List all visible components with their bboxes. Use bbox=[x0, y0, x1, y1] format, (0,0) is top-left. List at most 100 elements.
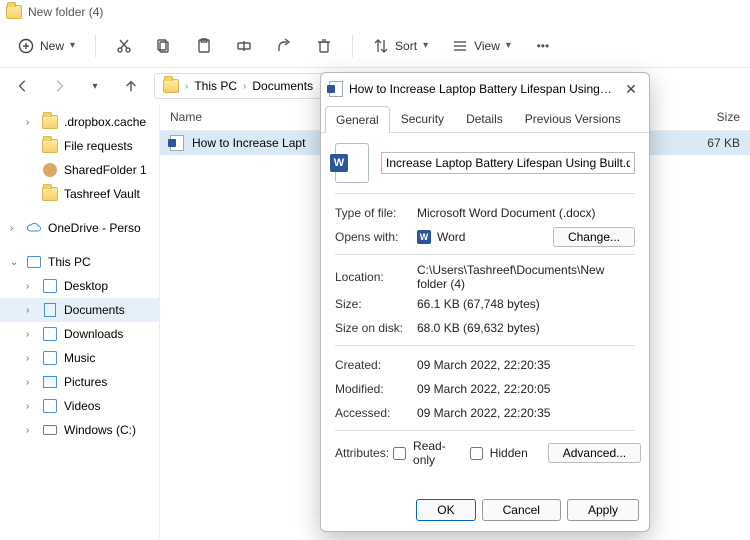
drive-icon bbox=[43, 425, 57, 435]
up-button[interactable] bbox=[118, 73, 144, 99]
trash-icon bbox=[316, 38, 332, 54]
cloud-icon bbox=[26, 220, 42, 236]
paste-icon bbox=[196, 38, 212, 54]
view-label: View bbox=[474, 39, 500, 53]
hidden-checkbox[interactable]: Hidden bbox=[466, 444, 528, 463]
type-label: Type of file: bbox=[335, 206, 417, 220]
modified-value: 09 March 2022, 22:20:05 bbox=[417, 382, 635, 396]
chevron-right-icon: › bbox=[26, 305, 36, 316]
sidebar-item-downloads[interactable]: ›Downloads bbox=[0, 322, 159, 346]
divider bbox=[335, 254, 635, 255]
breadcrumb-segment[interactable]: This PC bbox=[194, 79, 237, 93]
tab-previous-versions[interactable]: Previous Versions bbox=[514, 105, 632, 132]
readonly-input[interactable] bbox=[393, 447, 406, 460]
chevron-down-icon: ▾ bbox=[423, 40, 428, 51]
tree-label: This PC bbox=[48, 255, 91, 269]
sidebar-item-documents[interactable]: › Documents bbox=[0, 298, 159, 322]
divider bbox=[335, 345, 635, 346]
properties-dialog: How to Increase Laptop Battery Lifespan … bbox=[320, 72, 650, 532]
rename-button[interactable] bbox=[226, 32, 262, 60]
accessed-label: Accessed: bbox=[335, 406, 417, 420]
chevron-right-icon: › bbox=[26, 353, 36, 364]
tree-label: Videos bbox=[64, 399, 100, 413]
delete-button[interactable] bbox=[306, 32, 342, 60]
more-button[interactable]: ••• bbox=[525, 32, 561, 60]
sidebar-item-file-requests[interactable]: File requests bbox=[0, 134, 159, 158]
location-label: Location: bbox=[335, 270, 417, 284]
view-button[interactable]: View ▾ bbox=[442, 32, 521, 60]
new-button[interactable]: New ▾ bbox=[8, 32, 85, 60]
tree-label: Pictures bbox=[64, 375, 107, 389]
word-icon: W bbox=[417, 230, 431, 244]
filename-input[interactable] bbox=[381, 152, 635, 174]
window-title: New folder (4) bbox=[28, 5, 103, 19]
hidden-input[interactable] bbox=[470, 447, 483, 460]
type-value: Microsoft Word Document (.docx) bbox=[417, 206, 635, 220]
tree-label: File requests bbox=[64, 139, 133, 153]
sort-label: Sort bbox=[395, 39, 417, 53]
opens-with-label: Opens with: bbox=[335, 230, 417, 244]
readonly-checkbox[interactable]: Read-only bbox=[389, 439, 446, 467]
apply-button[interactable]: Apply bbox=[567, 499, 639, 521]
paste-button[interactable] bbox=[186, 32, 222, 60]
back-button[interactable] bbox=[10, 73, 36, 99]
tree-label: SharedFolder 1 bbox=[64, 163, 147, 177]
tab-security[interactable]: Security bbox=[390, 105, 455, 132]
sidebar-item-desktop[interactable]: ›Desktop bbox=[0, 274, 159, 298]
folder-icon bbox=[6, 5, 22, 19]
recent-dropdown[interactable]: ▾ bbox=[82, 73, 108, 99]
chevron-right-icon: › bbox=[243, 81, 246, 92]
chevron-right-icon: › bbox=[26, 281, 36, 292]
plus-icon bbox=[18, 38, 34, 54]
sidebar: ›.dropbox.cache File requests SharedFold… bbox=[0, 104, 160, 540]
divider bbox=[335, 193, 635, 194]
ellipsis-icon: ••• bbox=[535, 38, 551, 54]
tab-details[interactable]: Details bbox=[455, 105, 514, 132]
copy-icon bbox=[156, 38, 172, 54]
sidebar-item-dropbox-cache[interactable]: ›.dropbox.cache bbox=[0, 110, 159, 134]
cut-button[interactable] bbox=[106, 32, 142, 60]
tree-label: Documents bbox=[64, 303, 125, 317]
cancel-button[interactable]: Cancel bbox=[482, 499, 561, 521]
pictures-icon bbox=[43, 376, 57, 388]
sort-icon bbox=[373, 38, 389, 54]
breadcrumb[interactable]: › This PC › Documents › bbox=[154, 73, 331, 99]
size-label: Size: bbox=[335, 297, 417, 311]
column-size[interactable]: Size bbox=[660, 104, 750, 130]
desktop-icon bbox=[43, 279, 57, 293]
tree-label: OneDrive - Perso bbox=[48, 221, 141, 235]
change-button[interactable]: Change... bbox=[553, 227, 635, 247]
sidebar-item-this-pc[interactable]: ⌄This PC bbox=[0, 250, 159, 274]
sidebar-item-drive-c[interactable]: ›Windows (C:) bbox=[0, 418, 159, 442]
advanced-button[interactable]: Advanced... bbox=[548, 443, 641, 463]
sidebar-item-vault[interactable]: Tashreef Vault bbox=[0, 182, 159, 206]
document-icon bbox=[44, 303, 56, 317]
window-title-bar: New folder (4) bbox=[0, 0, 750, 24]
dialog-title: How to Increase Laptop Battery Lifespan … bbox=[349, 82, 615, 96]
close-button[interactable]: ✕ bbox=[621, 79, 641, 99]
sidebar-item-onedrive[interactable]: ›OneDrive - Perso bbox=[0, 216, 159, 240]
size-on-disk-value: 68.0 KB (69,632 bytes) bbox=[417, 321, 635, 335]
column-name[interactable]: Name bbox=[160, 104, 340, 130]
breadcrumb-segment[interactable]: Documents bbox=[252, 79, 313, 93]
videos-icon bbox=[43, 399, 57, 413]
sidebar-item-videos[interactable]: ›Videos bbox=[0, 394, 159, 418]
hidden-label: Hidden bbox=[490, 446, 528, 460]
word-file-icon bbox=[329, 81, 343, 97]
location-value: C:\Users\Tashreef\Documents\New folder (… bbox=[417, 263, 635, 291]
tree-label: Tashreef Vault bbox=[64, 187, 140, 201]
folder-icon bbox=[42, 139, 58, 153]
sidebar-item-music[interactable]: ›Music bbox=[0, 346, 159, 370]
copy-button[interactable] bbox=[146, 32, 182, 60]
attributes-label: Attributes: bbox=[335, 446, 389, 460]
ok-button[interactable]: OK bbox=[416, 499, 475, 521]
new-label: New bbox=[40, 39, 64, 53]
share-button[interactable] bbox=[266, 32, 302, 60]
cut-icon bbox=[116, 38, 132, 54]
forward-button[interactable] bbox=[46, 73, 72, 99]
created-label: Created: bbox=[335, 358, 417, 372]
sort-button[interactable]: Sort ▾ bbox=[363, 32, 438, 60]
tab-general[interactable]: General bbox=[325, 106, 390, 133]
sidebar-item-sharedfolder[interactable]: SharedFolder 1 bbox=[0, 158, 159, 182]
sidebar-item-pictures[interactable]: ›Pictures bbox=[0, 370, 159, 394]
